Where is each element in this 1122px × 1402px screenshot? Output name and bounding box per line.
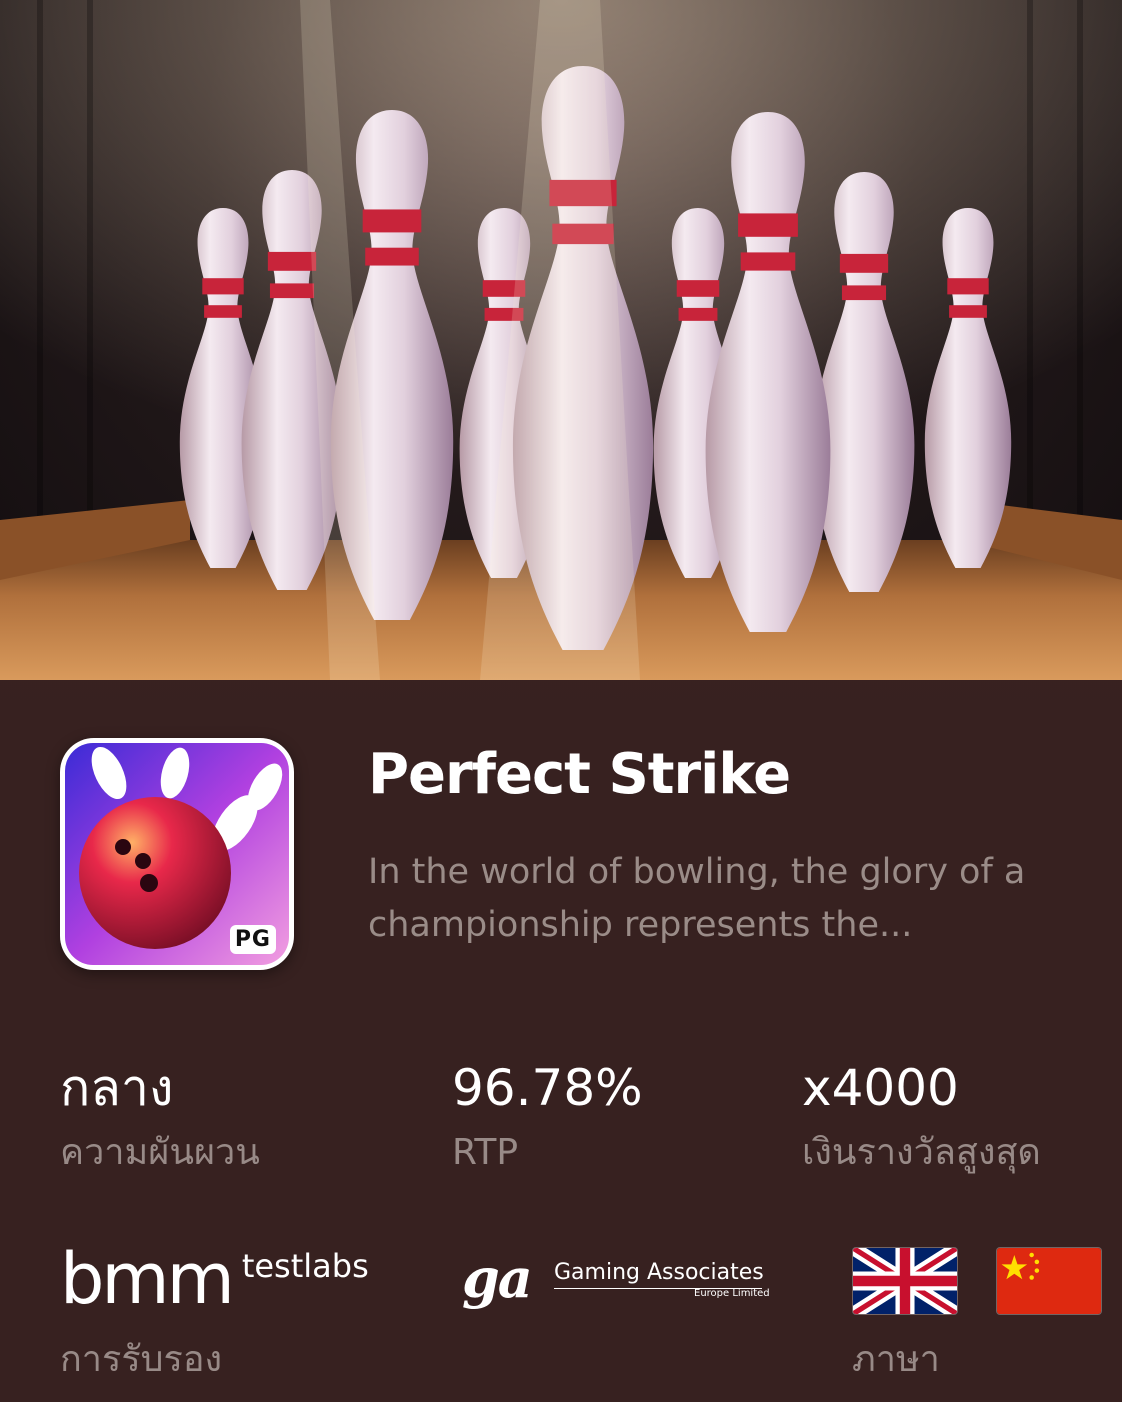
ga-logo-subtext: Europe Limited	[694, 1288, 770, 1299]
max-win-label: เงินรางวัลสูงสุด	[802, 1132, 1041, 1173]
ga-logo-mark: ga	[462, 1246, 533, 1310]
rtp-label: RTP	[452, 1132, 519, 1173]
game-description: In the world of bowling, the glory of a …	[368, 852, 1026, 945]
uk-flag-icon[interactable]	[853, 1248, 957, 1314]
stat-rtp: 96.78% RTP	[452, 1058, 643, 1176]
china-flag-icon[interactable]	[997, 1248, 1101, 1314]
bmm-logo-subtext: testlabs	[241, 1247, 369, 1285]
hero-banner-image	[0, 0, 1122, 680]
game-icon[interactable]: PG	[60, 738, 294, 970]
game-card[interactable]: PG Perfect Strike In the world of bowlin…	[0, 0, 1122, 1402]
bmm-testlabs-logo: bmm testlabs	[60, 1238, 369, 1320]
volatility-value: กลาง	[60, 1059, 174, 1117]
game-title: Perfect Strike	[368, 742, 791, 807]
rtp-value: 96.78%	[452, 1059, 643, 1117]
certification-label: การรับรอง	[60, 1339, 223, 1380]
pg-badge: PG	[229, 925, 276, 954]
max-win-value: x4000	[802, 1059, 959, 1117]
language-label: ภาษา	[852, 1339, 940, 1380]
stat-max-win: x4000 เงินรางวัลสูงสุด	[802, 1058, 1041, 1176]
volatility-label: ความผันผวน	[60, 1132, 260, 1173]
stat-volatility: กลาง ความผันผวน	[60, 1058, 260, 1176]
bowling-pins-illustration	[0, 0, 1122, 680]
ga-logo-name: Gaming Associates	[554, 1260, 764, 1285]
gaming-associates-logo: ga Gaming Associates Europe Limited	[462, 1246, 772, 1312]
bmm-logo-text: bmm	[60, 1238, 235, 1320]
